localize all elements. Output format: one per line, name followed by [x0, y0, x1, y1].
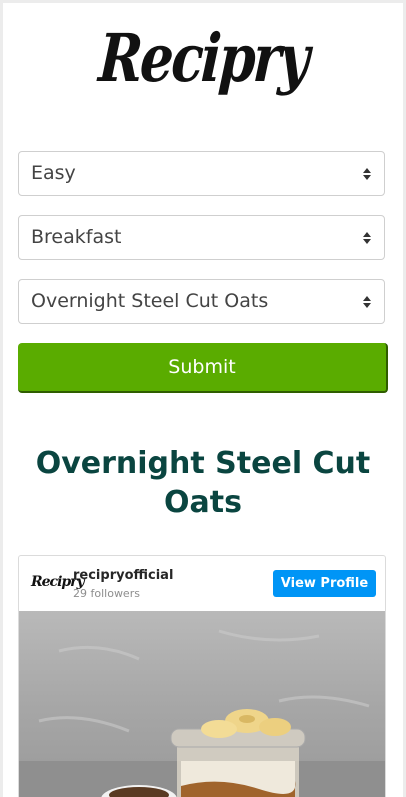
- select-arrows-icon: [363, 232, 371, 244]
- page: Recipry Easy Breakfast Overnight Steel C…: [3, 3, 403, 797]
- meal-type-select[interactable]: Breakfast: [18, 215, 385, 260]
- meal-type-select-value: Breakfast: [31, 226, 122, 248]
- view-profile-button[interactable]: View Profile: [273, 570, 376, 597]
- recipry-logo: Recipry: [96, 19, 310, 97]
- difficulty-select[interactable]: Easy: [18, 151, 385, 196]
- select-arrows-icon: [363, 168, 371, 180]
- recipe-photo[interactable]: [19, 611, 385, 797]
- recipe-select-value: Overnight Steel Cut Oats: [31, 290, 269, 312]
- select-arrows-icon: [363, 296, 371, 308]
- submit-button[interactable]: Submit: [18, 343, 388, 393]
- oats-jar-photo-icon: [19, 629, 385, 797]
- instagram-embed: Recipry recipryofficial 29 followers Vie…: [18, 555, 386, 797]
- difficulty-select-value: Easy: [31, 162, 76, 184]
- profile-username[interactable]: recipryofficial: [73, 568, 173, 583]
- recipe-title: Overnight Steel Cut Oats: [35, 446, 371, 520]
- profile-followers: 29 followers: [73, 587, 140, 600]
- recipe-select[interactable]: Overnight Steel Cut Oats: [18, 279, 385, 324]
